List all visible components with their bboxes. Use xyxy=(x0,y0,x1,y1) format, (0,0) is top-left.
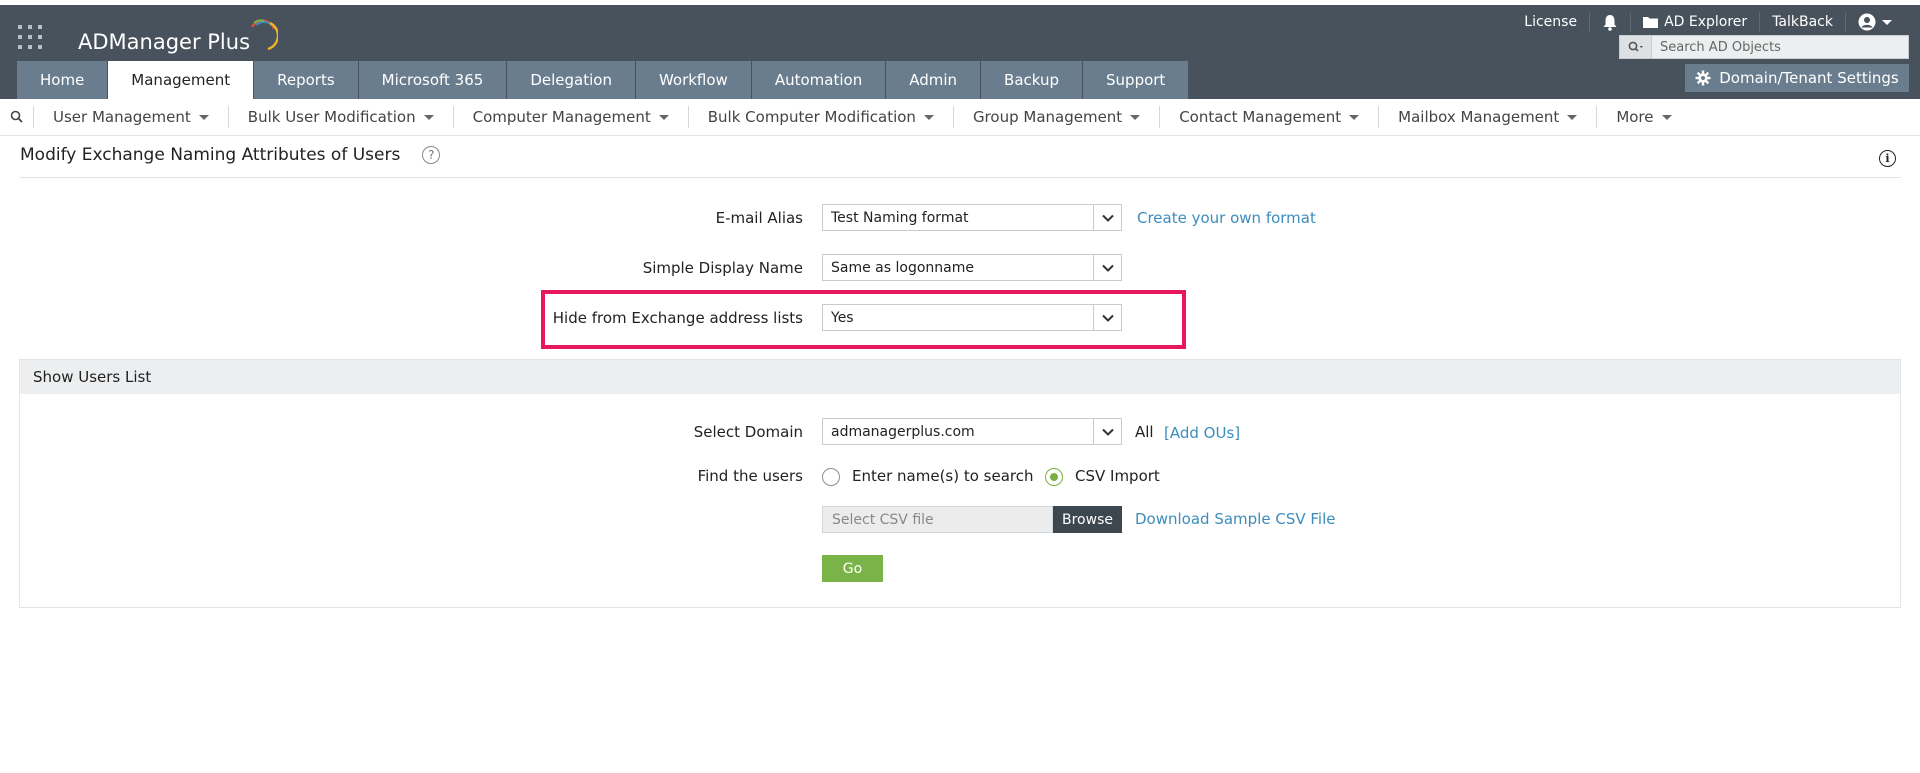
domain-tenant-settings-button[interactable]: Domain/Tenant Settings xyxy=(1685,64,1909,92)
panel-heading: Show Users List xyxy=(20,360,1900,394)
tab-automation[interactable]: Automation xyxy=(751,61,886,99)
menu-search-icon[interactable] xyxy=(0,106,34,128)
select-domain-label: Select Domain xyxy=(693,423,803,441)
subnav-label: Bulk Computer Modification xyxy=(707,108,916,126)
talkback-link[interactable]: TalkBack xyxy=(1759,12,1845,32)
subnav-bulk-user-modification[interactable]: Bulk User Modification xyxy=(229,106,454,128)
hide-from-lists-value: Yes xyxy=(831,309,854,326)
folder-icon xyxy=(1643,17,1659,28)
help-icon[interactable]: ? xyxy=(422,146,441,164)
chevron-down-icon xyxy=(1882,19,1892,25)
chevron-down-icon[interactable] xyxy=(1093,255,1121,280)
email-alias-select[interactable]: Test Naming format xyxy=(822,204,1122,231)
chevron-down-icon xyxy=(1567,114,1578,120)
find-users-label: Find the users xyxy=(697,467,803,485)
subnav-label: Mailbox Management xyxy=(1398,108,1560,126)
hide-from-lists-label: Hide from Exchange address lists xyxy=(552,309,803,327)
domain-select[interactable]: admanagerplus.com xyxy=(822,418,1122,445)
subnav-label: Group Management xyxy=(972,108,1123,126)
license-label: License xyxy=(1524,14,1578,30)
page-title: Modify Exchange Naming Attributes of Use… xyxy=(20,145,441,165)
subnav-label: Computer Management xyxy=(472,108,651,126)
chevron-down-icon xyxy=(423,114,434,120)
info-icon[interactable]: i xyxy=(1879,150,1896,167)
subnav-computer-management[interactable]: Computer Management xyxy=(454,106,689,128)
chevron-down-icon xyxy=(198,114,209,120)
subnav-label: More xyxy=(1616,108,1654,126)
subnav-label: User Management xyxy=(53,108,191,126)
chevron-down-icon xyxy=(658,114,669,120)
simple-display-name-select[interactable]: Same as logonname xyxy=(822,254,1122,281)
subnav-group-management[interactable]: Group Management xyxy=(954,106,1161,128)
app-name: ADManager Plus xyxy=(78,30,251,54)
subnav-mailbox-management[interactable]: Mailbox Management xyxy=(1379,106,1598,128)
chevron-down-icon[interactable] xyxy=(1093,205,1121,230)
subnav-user-management[interactable]: User Management xyxy=(34,106,229,128)
chevron-down-icon[interactable] xyxy=(1093,419,1121,444)
tab-microsoft-365[interactable]: Microsoft 365 xyxy=(358,61,507,99)
email-alias-label: E-mail Alias xyxy=(715,209,803,227)
ad-explorer-link[interactable]: AD Explorer xyxy=(1630,12,1759,32)
page-title-text: Modify Exchange Naming Attributes of Use… xyxy=(20,145,401,165)
subnav-label: Bulk User Modification xyxy=(247,108,416,126)
tab-management[interactable]: Management xyxy=(108,61,254,99)
chevron-down-icon[interactable] xyxy=(1093,305,1121,330)
tab-workflow[interactable]: Workflow xyxy=(635,61,751,99)
chevron-down-icon xyxy=(1130,114,1141,120)
download-sample-csv-link[interactable]: Download Sample CSV File xyxy=(1135,510,1335,528)
bell-icon xyxy=(1603,14,1617,31)
divider xyxy=(20,177,1901,178)
domain-scope-text: All xyxy=(1135,423,1154,441)
search-icon[interactable] xyxy=(1620,36,1652,58)
simple-display-name-label: Simple Display Name xyxy=(642,259,803,277)
notifications-button[interactable] xyxy=(1589,12,1630,32)
tab-reports[interactable]: Reports xyxy=(254,61,358,99)
tab-backup[interactable]: Backup xyxy=(981,61,1083,99)
search-ad-objects xyxy=(1619,35,1909,59)
csv-file-input[interactable]: Select CSV file xyxy=(822,506,1053,533)
domain-settings-label: Domain/Tenant Settings xyxy=(1719,69,1899,87)
main-tabs: Home Management Reports Microsoft 365 De… xyxy=(17,61,1189,99)
subnav-label: Contact Management xyxy=(1179,108,1342,126)
subnav-bulk-computer-modification[interactable]: Bulk Computer Modification xyxy=(689,106,954,128)
tab-support[interactable]: Support xyxy=(1083,61,1189,99)
user-menu[interactable] xyxy=(1845,12,1904,32)
tab-home[interactable]: Home xyxy=(17,61,108,99)
enter-names-label[interactable]: Enter name(s) to search xyxy=(852,467,1034,485)
talkback-label: TalkBack xyxy=(1772,14,1833,30)
top-links: License AD Explorer TalkBack xyxy=(1512,12,1904,32)
search-input[interactable] xyxy=(1652,39,1902,55)
chevron-down-icon xyxy=(1661,114,1672,120)
tab-admin[interactable]: Admin xyxy=(886,61,981,99)
sub-navigation: User Management Bulk User Modification C… xyxy=(0,99,1920,136)
go-button[interactable]: Go xyxy=(822,555,883,582)
radio-csv-import[interactable] xyxy=(1045,468,1063,486)
radio-enter-names[interactable] xyxy=(822,468,840,486)
subnav-contact-management[interactable]: Contact Management xyxy=(1160,106,1380,128)
simple-display-name-value: Same as logonname xyxy=(831,259,974,276)
app-grid-icon[interactable] xyxy=(18,25,42,49)
logo-arc-icon xyxy=(251,19,279,51)
csv-import-label[interactable]: CSV Import xyxy=(1075,467,1160,485)
subnav-more[interactable]: More xyxy=(1597,106,1690,128)
ad-explorer-label: AD Explorer xyxy=(1664,14,1748,30)
email-alias-value: Test Naming format xyxy=(831,209,969,226)
gear-icon xyxy=(1695,70,1711,86)
license-link[interactable]: License xyxy=(1512,12,1589,32)
app-logo[interactable]: ADManager Plus xyxy=(78,19,279,59)
hide-from-lists-select[interactable]: Yes xyxy=(822,304,1122,331)
domain-value: admanagerplus.com xyxy=(831,423,975,440)
chevron-down-icon xyxy=(1349,114,1360,120)
create-format-link[interactable]: Create your own format xyxy=(1137,209,1316,227)
browse-button[interactable]: Browse xyxy=(1053,506,1122,533)
tab-delegation[interactable]: Delegation xyxy=(507,61,635,99)
user-icon xyxy=(1858,13,1876,31)
add-ous-link[interactable]: [Add OUs] xyxy=(1164,424,1240,442)
chevron-down-icon xyxy=(923,114,934,120)
